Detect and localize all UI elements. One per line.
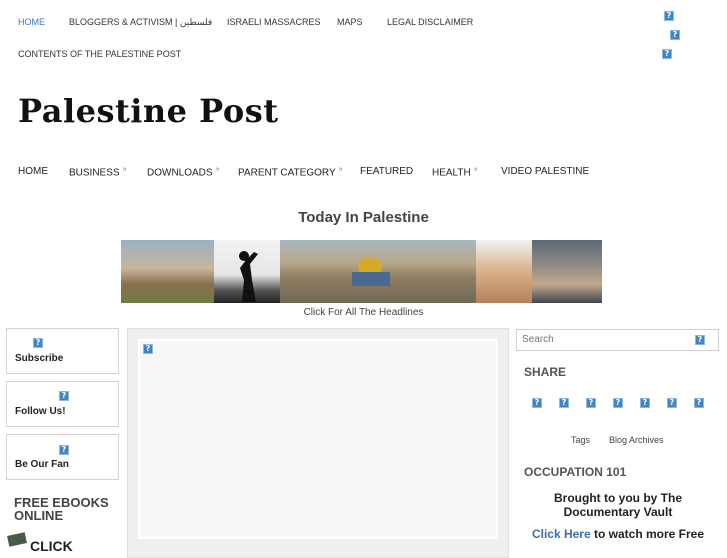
section-title: Today In Palestine	[298, 209, 429, 226]
share-icon[interactable]: ?	[532, 398, 542, 408]
brought-line: Brought to you by The	[554, 491, 682, 505]
content-embed[interactable]	[138, 339, 498, 539]
broken-image-icon[interactable]: ?	[662, 49, 672, 59]
main-nav-label: BUSINESS	[69, 167, 120, 179]
watch-more-line: Click Here to watch more Free	[518, 527, 718, 541]
subscribe-box[interactable]: ? Subscribe	[6, 328, 119, 374]
broken-image-icon: ?	[143, 344, 153, 354]
main-nav-business[interactable]: BUSINESS»	[69, 166, 126, 178]
search-box: ?	[516, 329, 719, 351]
top-nav-contents[interactable]: CONTENTS OF THE PALESTINE POST	[18, 49, 181, 59]
subscribe-label: Subscribe	[15, 353, 64, 364]
fan-box[interactable]: ? Be Our Fan	[6, 434, 119, 480]
follow-label: Follow Us!	[15, 406, 66, 417]
top-nav-bloggers[interactable]: BLOGGERS & ACTIVISM | فلسطين	[69, 17, 212, 28]
top-nav-home[interactable]: HOME	[18, 17, 45, 27]
share-icon[interactable]: ?	[613, 398, 623, 408]
follow-box[interactable]: ? Follow Us!	[6, 381, 119, 427]
ebooks-heading-line: ONLINE	[14, 508, 64, 523]
main-nav-video-palestine[interactable]: VIDEO PALESTINE	[501, 166, 589, 177]
chevron-right-icon: »	[473, 166, 478, 173]
photo-jerusalem	[280, 240, 476, 303]
tags-link[interactable]: Tags	[571, 435, 590, 445]
top-nav-israeli-massacres[interactable]: ISRAELI MASSACRES	[227, 17, 321, 27]
facebook-icon: ?	[59, 445, 69, 455]
chevron-right-icon: »	[122, 166, 127, 173]
share-icon[interactable]: ?	[667, 398, 677, 408]
fan-label: Be Our Fan	[15, 459, 69, 470]
search-icon[interactable]: ?	[695, 335, 705, 345]
share-icon[interactable]: ?	[559, 398, 569, 408]
main-nav-label: HOME	[18, 166, 48, 177]
main-nav-featured[interactable]: FEATURED	[360, 166, 413, 177]
share-heading: SHARE	[524, 365, 567, 379]
main-nav-label: HEALTH	[432, 167, 471, 179]
headline-caption[interactable]: Click For All The Headlines	[0, 307, 727, 318]
rss-icon: ?	[33, 338, 43, 348]
share-icon[interactable]: ?	[586, 398, 596, 408]
photo-protesters	[121, 240, 214, 303]
broken-image-icon[interactable]: ?	[664, 11, 674, 21]
broken-image-icon[interactable]: ?	[670, 30, 680, 40]
share-icon[interactable]: ?	[640, 398, 650, 408]
main-nav-home[interactable]: HOME	[18, 166, 48, 177]
top-nav-maps[interactable]: MAPS	[337, 17, 363, 27]
photo-man-hands	[476, 240, 532, 303]
headline-banner[interactable]	[121, 240, 602, 303]
occupation-heading: OCCUPATION 101	[524, 465, 627, 479]
ebooks-heading: FREE EBOOKS ONLINE	[14, 496, 109, 522]
chevron-right-icon: »	[338, 166, 343, 173]
click-here-link[interactable]: Click Here	[532, 527, 591, 541]
twitter-icon: ?	[59, 391, 69, 401]
main-nav-label: FEATURED	[360, 166, 414, 177]
main-nav-label: DOWNLOADS	[147, 167, 213, 179]
ebook-click-label[interactable]: CLICK	[30, 538, 73, 554]
blog-archives-link[interactable]: Blog Archives	[609, 435, 664, 445]
photo-speaker	[532, 240, 602, 303]
watch-more-text: to watch more Free	[590, 527, 705, 541]
main-nav-health[interactable]: HEALTH»	[432, 166, 478, 178]
main-nav-parent-category[interactable]: PARENT CATEGORY»	[238, 166, 343, 178]
main-nav-label: VIDEO PALESTINE	[501, 166, 590, 177]
search-input[interactable]	[522, 334, 682, 345]
site-logo[interactable]: Palestine Post	[18, 92, 279, 130]
chevron-right-icon: »	[215, 166, 220, 173]
main-nav-label: PARENT CATEGORY	[238, 167, 336, 179]
top-nav-legal-disclaimer[interactable]: LEGAL DISCLAIMER	[387, 17, 473, 27]
share-icon[interactable]: ?	[694, 398, 704, 408]
photo-slingshot	[214, 240, 280, 303]
main-nav-downloads[interactable]: DOWNLOADS»	[147, 166, 219, 178]
brought-line: Documentary Vault	[563, 505, 673, 519]
